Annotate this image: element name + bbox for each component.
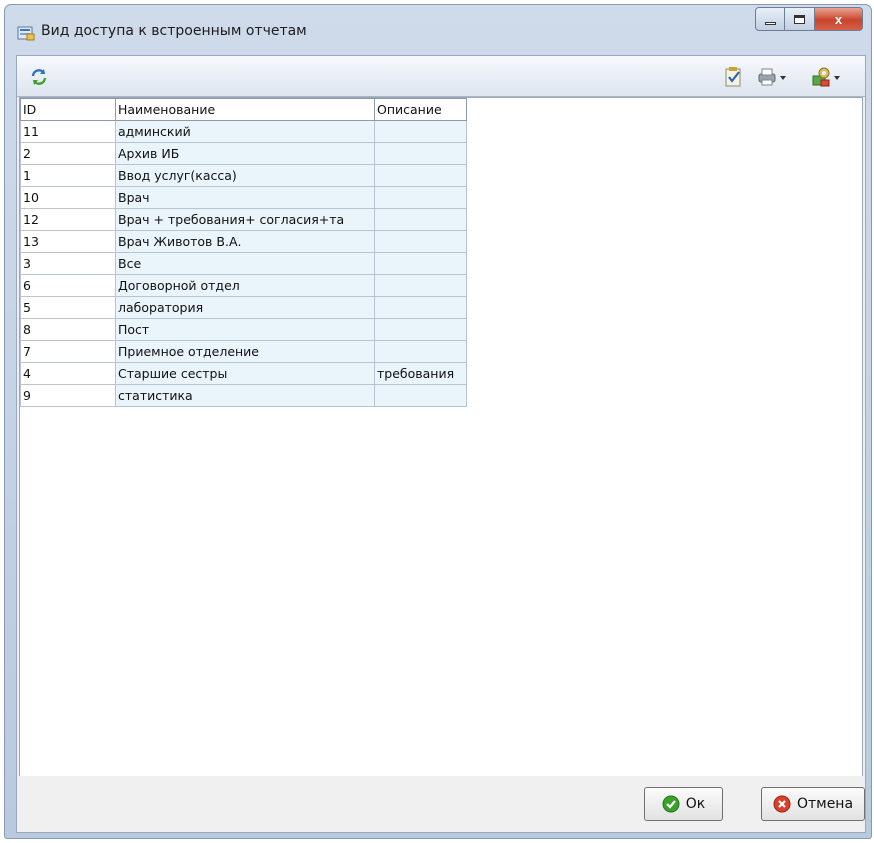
table-row[interactable]: 7 Приемное отделение — [20, 340, 467, 363]
cell-description[interactable] — [374, 318, 467, 341]
column-header-id[interactable]: ID — [20, 98, 116, 121]
cell-description[interactable] — [374, 142, 467, 165]
access-types-grid[interactable]: ID Наименование Описание 11 админский 2 Арх… — [19, 97, 863, 783]
ok-button[interactable]: Ок — [644, 787, 723, 821]
cell-name[interactable]: админский — [115, 120, 375, 143]
refresh-button[interactable] — [29, 66, 49, 88]
print-button[interactable] — [756, 66, 788, 88]
dialog-footer: Ок Отмена — [17, 776, 865, 832]
toolbar — [17, 56, 865, 97]
cell-name[interactable]: Договорной отдел — [115, 274, 375, 297]
table-row[interactable]: 2 Архив ИБ — [20, 142, 467, 165]
cell-id[interactable]: 2 — [20, 142, 116, 165]
cell-name[interactable]: Старшие сестры — [115, 362, 375, 385]
cell-id[interactable]: 3 — [20, 252, 116, 275]
column-header-name[interactable]: Наименование — [115, 98, 375, 121]
close-button[interactable]: x — [815, 7, 863, 31]
cell-description[interactable] — [374, 208, 467, 231]
cell-description[interactable] — [374, 274, 467, 297]
cell-id[interactable]: 6 — [20, 274, 116, 297]
cell-name[interactable]: статистика — [115, 384, 375, 407]
close-icon: x — [834, 11, 843, 27]
cell-description[interactable] — [374, 164, 467, 187]
dialog-client: ID Наименование Описание 11 админский 2 Арх… — [16, 55, 866, 833]
checklist-icon — [725, 67, 741, 87]
cell-name[interactable]: Врач — [115, 186, 375, 209]
table-row[interactable]: 6 Договорной отдел — [20, 274, 467, 297]
table-row[interactable]: 12 Врач + требования+ согласия+та — [20, 208, 467, 231]
table-row[interactable]: 10 Врач — [20, 186, 467, 209]
cell-id[interactable]: 5 — [20, 296, 116, 319]
cell-name[interactable]: Ввод услуг(касса) — [115, 164, 375, 187]
cell-id[interactable]: 7 — [20, 340, 116, 363]
cell-id[interactable]: 4 — [20, 362, 116, 385]
cell-name[interactable]: лаборатория — [115, 296, 375, 319]
table-row[interactable]: 9 статистика — [20, 384, 467, 407]
cell-description[interactable] — [374, 186, 467, 209]
tools-icon — [812, 67, 830, 87]
app-icon — [17, 26, 35, 41]
cell-id[interactable]: 11 — [20, 120, 116, 143]
cell-description[interactable] — [374, 384, 467, 407]
cell-description[interactable] — [374, 230, 467, 253]
column-header-description[interactable]: Описание — [374, 98, 467, 121]
cell-id[interactable]: 13 — [20, 230, 116, 253]
cell-description[interactable]: требования — [374, 362, 467, 385]
title-bar[interactable]: Вид доступа к встроенным отчетам x — [5, 5, 871, 61]
cell-name[interactable]: Архив ИБ — [115, 142, 375, 165]
table-row[interactable]: 4 Старшие сестры требования — [20, 362, 467, 385]
table-row[interactable]: 5 лаборатория — [20, 296, 467, 319]
cell-description[interactable] — [374, 252, 467, 275]
table-row[interactable]: 1 Ввод услуг(касса) — [20, 164, 467, 187]
cell-name[interactable]: Пост — [115, 318, 375, 341]
table-row[interactable]: 8 Пост — [20, 318, 467, 341]
cell-description[interactable] — [374, 296, 467, 319]
cell-description[interactable] — [374, 340, 467, 363]
table-row[interactable]: 11 админский — [20, 120, 467, 143]
cell-id[interactable]: 1 — [20, 164, 116, 187]
cell-id[interactable]: 12 — [20, 208, 116, 231]
dialog-window: Вид доступа к встроенным отчетам x ID На… — [4, 4, 872, 839]
cancel-circle-icon — [773, 795, 791, 813]
window-title: Вид доступа к встроенным отчетам — [41, 23, 307, 39]
table-row[interactable]: 3 Все — [20, 252, 467, 275]
chevron-down-icon — [780, 76, 786, 80]
chevron-down-icon — [834, 76, 840, 80]
grid-table: ID Наименование Описание 11 админский 2 Арх… — [20, 98, 467, 407]
maximize-icon — [794, 14, 805, 24]
print-icon — [758, 68, 776, 86]
check-circle-icon — [662, 795, 680, 813]
minimize-button[interactable] — [755, 7, 785, 31]
window-controls: x — [755, 7, 863, 33]
cell-name[interactable]: Все — [115, 252, 375, 275]
grid-header-row: ID Наименование Описание — [20, 98, 467, 121]
cell-description[interactable] — [374, 120, 467, 143]
select-columns-button[interactable] — [722, 66, 744, 88]
tools-button[interactable] — [810, 66, 842, 88]
cell-name[interactable]: Врач + требования+ согласия+та — [115, 208, 375, 231]
cell-name[interactable]: Приемное отделение — [115, 340, 375, 363]
cell-name[interactable]: Врач Животов В.А. — [115, 230, 375, 253]
refresh-icon — [31, 69, 47, 85]
minimize-icon — [764, 21, 776, 25]
ok-button-label: Ок — [685, 796, 706, 812]
cell-id[interactable]: 8 — [20, 318, 116, 341]
table-row[interactable]: 13 Врач Животов В.А. — [20, 230, 467, 253]
cancel-button[interactable]: Отмена — [761, 787, 865, 821]
cancel-button-label: Отмена — [796, 796, 854, 812]
maximize-button[interactable] — [785, 7, 815, 31]
cell-id[interactable]: 9 — [20, 384, 116, 407]
cell-id[interactable]: 10 — [20, 186, 116, 209]
